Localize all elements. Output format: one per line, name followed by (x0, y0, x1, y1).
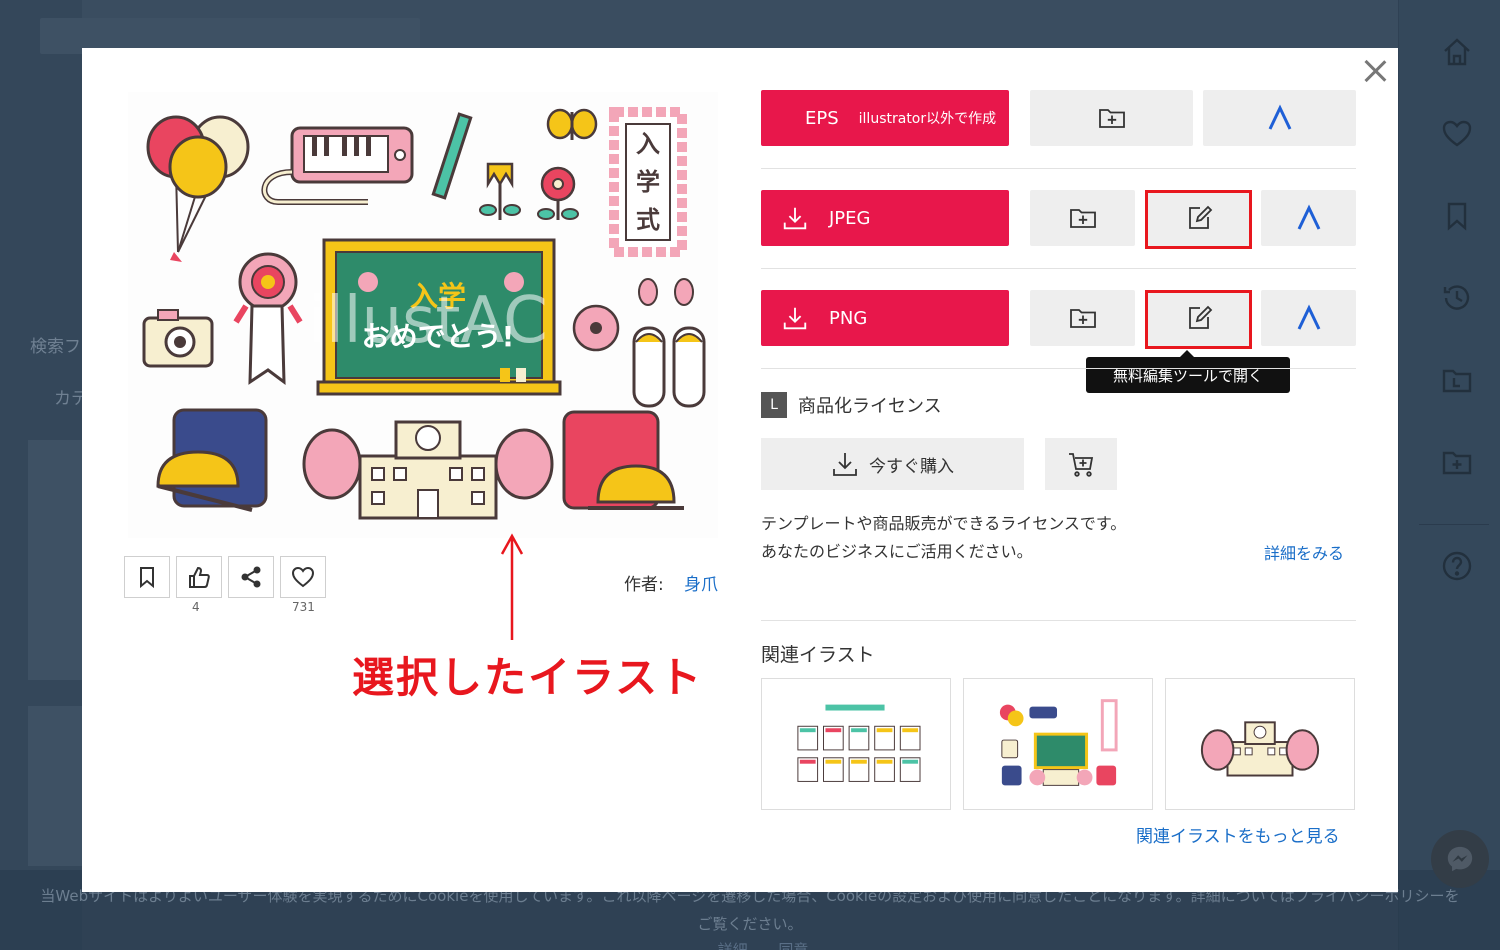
background-card (28, 706, 82, 866)
jpeg-adobe-button[interactable] (1261, 190, 1356, 246)
png-download-button[interactable]: PNG (761, 290, 1009, 346)
illustration-detail-modal: 入 学 式 入学 おめでとう! illustAC 4 731 作者: 身爪 選択… (82, 48, 1398, 892)
folder-add-icon (1098, 109, 1125, 128)
license-badge: L (761, 392, 787, 418)
png-label: PNG (829, 307, 868, 329)
edit-tool-tooltip: 無料編集ツールで開く (1086, 350, 1290, 393)
divider (761, 268, 1356, 269)
caret-logo-icon (1268, 104, 1291, 130)
related-illustration-card[interactable] (761, 678, 951, 810)
eps-download-button[interactable]: EPS illustrator以外で作成 (761, 90, 1009, 146)
favorite-button[interactable] (280, 556, 326, 598)
license-title: 商品化ライセンス (798, 396, 942, 417)
rosette-ribbon-graphic (233, 252, 303, 386)
favorite-count: 731 (292, 600, 315, 614)
cookie-detail-link[interactable]: 詳細 (718, 941, 748, 950)
highlight-box (1145, 190, 1252, 249)
eps-add-folder-button[interactable] (1030, 90, 1193, 146)
history-icon[interactable] (1439, 280, 1475, 316)
caret-logo-icon (1297, 204, 1320, 230)
related-illustration-card[interactable] (963, 678, 1153, 810)
download-icon (833, 453, 857, 476)
tulip-graphic (479, 162, 521, 220)
share-icon (241, 566, 261, 588)
related-illustration-card[interactable] (1165, 678, 1355, 810)
svg-text:入: 入 (636, 130, 660, 158)
highlight-box (1145, 290, 1252, 349)
divider (761, 620, 1356, 621)
messenger-icon (1447, 846, 1473, 872)
add-to-cart-button[interactable] (1045, 438, 1117, 490)
indoor-shoes-graphic (632, 326, 706, 408)
watermark-text: illustAC (308, 284, 548, 358)
eps-label: EPS (805, 107, 839, 129)
annotation-caption: 選択したイラスト (352, 653, 704, 702)
camera-graphic (142, 309, 214, 368)
cookie-agree-button[interactable]: 同意 (778, 941, 808, 950)
download-icon (783, 307, 807, 330)
author-link[interactable]: 身爪 (684, 570, 718, 595)
svg-text:学: 学 (636, 168, 660, 196)
jpeg-label: JPEG (829, 207, 871, 229)
svg-text:式: 式 (636, 206, 660, 234)
related-title: 関連イラスト (761, 644, 875, 666)
pencil-graphic (431, 112, 473, 200)
folder-add-icon (1069, 309, 1096, 328)
license-desc-line2: あなたのビジネスにご活用ください。 (761, 542, 1033, 561)
caret-logo-icon (1297, 304, 1320, 330)
license-details-link[interactable]: 詳細をみる (1264, 540, 1344, 564)
jpeg-add-folder-button[interactable] (1030, 190, 1135, 246)
background-label: 検索フ (30, 337, 81, 357)
balloons-graphic (146, 115, 250, 262)
buy-now-label: 今すぐ購入 (869, 456, 954, 477)
selected-illustration[interactable]: 入 学 式 入学 おめでとう! illustAC (128, 92, 718, 538)
jpeg-download-button[interactable]: JPEG (761, 190, 1009, 246)
messenger-chat-button[interactable] (1431, 830, 1489, 888)
author-label: 作者: (624, 575, 664, 595)
illustration-actions (124, 556, 326, 598)
right-sidebar (1398, 0, 1500, 950)
related-more-link[interactable]: 関連イラストをもっと見る (1136, 822, 1340, 847)
school-building-graphic (302, 420, 554, 520)
school-bag-navy-graphic (156, 408, 268, 512)
eps-adobe-button[interactable] (1203, 90, 1356, 146)
download-icon (783, 207, 807, 230)
related-thumbnail (797, 704, 921, 782)
related-thumbnail (1200, 721, 1320, 777)
png-adobe-button[interactable] (1261, 290, 1356, 346)
buy-now-button[interactable]: 今すぐ購入 (761, 438, 1024, 490)
home-icon[interactable] (1439, 34, 1475, 70)
heart-icon (291, 566, 315, 588)
background-card (28, 440, 82, 680)
divider (761, 168, 1356, 169)
share-button[interactable] (228, 556, 274, 598)
folder-license-icon[interactable] (1439, 362, 1475, 398)
like-count: 4 (192, 600, 200, 614)
cart-add-icon (1069, 453, 1094, 477)
annotation-arrow (500, 533, 524, 640)
school-bag-red-graphic (562, 410, 684, 510)
sidebar-divider (1419, 524, 1489, 525)
bookmark-button[interactable] (124, 556, 170, 598)
license-desc-line1: テンプレートや商品販売ができるライセンスです。 (761, 514, 1127, 533)
close-icon[interactable] (1362, 58, 1388, 84)
flower-graphic (537, 166, 579, 220)
like-button[interactable] (176, 556, 222, 598)
bookmark-icon[interactable] (1439, 198, 1475, 234)
folder-add-icon (1069, 209, 1096, 228)
eps-note: illustrator以外で作成 (858, 111, 997, 127)
thumbs-up-icon (189, 566, 210, 588)
butterfly-graphic (546, 108, 598, 140)
license-description: テンプレートや商品販売ができるライセンスです。 あなたのビジネスにご活用ください… (761, 510, 1221, 566)
divider (761, 368, 1356, 369)
related-thumbnail (999, 699, 1118, 786)
melodica-graphic (261, 126, 414, 205)
ceremony-sign-graphic: 入 学 式 (609, 107, 687, 257)
heart-icon[interactable] (1439, 116, 1475, 152)
bookmark-icon (140, 567, 154, 589)
help-icon[interactable] (1439, 548, 1475, 584)
folder-add-icon[interactable] (1439, 444, 1475, 480)
png-add-folder-button[interactable] (1030, 290, 1135, 346)
